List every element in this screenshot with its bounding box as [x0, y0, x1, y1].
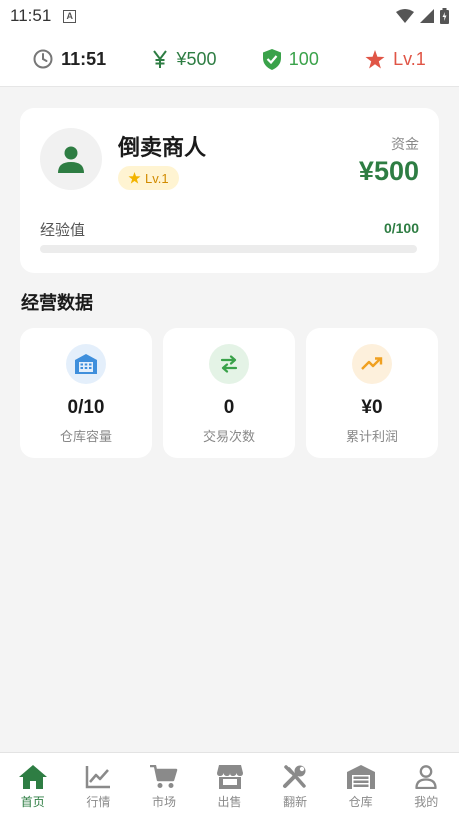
nav-label: 翻新 — [283, 795, 308, 809]
money-display: ¥500 — [152, 48, 217, 70]
section-title-business-data: 经营数据 — [21, 293, 93, 314]
signal-icon — [420, 9, 434, 23]
nav-label: 出售 — [217, 795, 242, 809]
status-icons — [396, 8, 449, 24]
nav-label: 市场 — [151, 795, 176, 809]
reputation-text: 100 — [288, 48, 319, 69]
money-text: ¥500 — [176, 48, 217, 69]
level-badge-text: Lv.1 — [145, 170, 169, 186]
avatar[interactable] — [40, 128, 102, 190]
nav-label: 首页 — [20, 795, 45, 809]
warehouse-icon — [66, 344, 106, 384]
stat-label: 累计利润 — [345, 430, 398, 445]
yen-icon — [153, 50, 168, 68]
store-icon — [216, 765, 243, 789]
status-time: 11:51 — [10, 6, 52, 25]
stat-card-warehouse[interactable]: 0/10 仓库容量 — [20, 328, 152, 458]
trending-up-icon — [352, 344, 392, 384]
nav-item-market[interactable]: 市场 — [131, 753, 197, 816]
wifi-icon — [396, 9, 414, 23]
stat-value: 0 — [223, 397, 235, 418]
exp-value: 0/100 — [383, 220, 419, 236]
stat-card-trades[interactable]: 0 交易次数 — [163, 328, 295, 458]
player-name: 倒卖商人 — [118, 136, 207, 161]
nav-item-refurbish[interactable]: 翻新 — [262, 753, 328, 816]
chart-line-icon — [86, 766, 111, 789]
person-icon — [415, 765, 437, 789]
home-icon — [18, 765, 47, 789]
game-time-text: 11:51 — [61, 48, 107, 69]
exp-progress-bar — [40, 245, 417, 253]
bottom-navigation: 首页 行情 市场 出售 翻新 仓库 我的 — [0, 752, 459, 816]
cart-icon — [149, 765, 178, 788]
battery-icon — [440, 8, 449, 24]
star-icon — [365, 49, 385, 68]
nav-item-sell[interactable]: 出售 — [197, 753, 263, 816]
clock-icon — [33, 49, 53, 69]
notification-a-icon: A — [63, 9, 77, 23]
stat-value: 0/10 — [67, 397, 105, 418]
nav-item-market-trends[interactable]: 行情 — [66, 753, 132, 816]
shield-check-icon — [262, 48, 281, 70]
stat-label: 仓库容量 — [59, 430, 112, 445]
person-icon — [58, 146, 84, 173]
game-clock: 11:51 — [33, 49, 106, 70]
nav-item-warehouse[interactable]: 仓库 — [328, 753, 394, 816]
nav-label: 仓库 — [348, 795, 373, 809]
funds-label: 资金 — [391, 137, 419, 153]
star-icon — [128, 172, 141, 184]
system-status-bar: 11:51 A — [0, 0, 459, 32]
reputation-display: 100 — [262, 48, 319, 70]
stat-card-profit[interactable]: ¥0 累计利润 — [306, 328, 438, 458]
warehouse-icon — [346, 765, 375, 789]
swap-icon — [209, 344, 249, 384]
exp-label: 经验值 — [40, 221, 86, 239]
funds-value: ¥500 — [358, 156, 419, 186]
level-badge: Lv.1 — [118, 166, 179, 190]
tools-icon — [283, 765, 306, 788]
level-display: Lv.1 — [365, 49, 426, 70]
nav-label: 我的 — [414, 795, 439, 809]
nav-label: 行情 — [86, 795, 111, 809]
nav-item-profile[interactable]: 我的 — [393, 753, 459, 816]
stat-value: ¥0 — [361, 397, 383, 418]
stat-label: 交易次数 — [202, 430, 255, 445]
profile-card: 倒卖商人 Lv.1 资金 ¥500 经验值 0/100 — [20, 108, 439, 273]
level-text: Lv.1 — [393, 48, 426, 69]
nav-item-home[interactable]: 首页 — [0, 753, 66, 816]
resource-bar: 11:51 ¥500 100 Lv.1 — [0, 32, 459, 87]
